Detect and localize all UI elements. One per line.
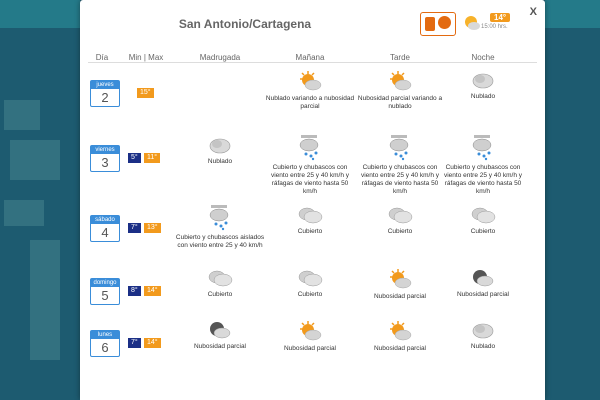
forecast-description: Nubosidad parcial — [193, 343, 247, 350]
forecast-description: Cubierto y chubascos con viento entre 25… — [443, 164, 523, 195]
day-name: sábado — [91, 216, 119, 224]
forecast-cell: Cubierto y chubascos con viento entre 25… — [355, 135, 445, 196]
forecast-cell: Cubierto — [438, 205, 528, 236]
forecast-cell: Cubierto — [265, 205, 355, 236]
day-date-badge: sábado 4 — [90, 215, 120, 242]
header-madrugada: Madrugada — [199, 53, 241, 62]
header-divider — [88, 62, 537, 63]
partly-cloudy-night-icon — [438, 268, 528, 288]
forecast-description: Cubierto — [470, 228, 496, 235]
temp-max: 14° — [144, 338, 161, 348]
rain-wind-icon — [355, 135, 445, 161]
forecast-cell: Cubierto — [175, 268, 265, 299]
header-manana: Mañana — [295, 53, 325, 62]
header-tarde: Tarde — [389, 53, 410, 62]
location-title: San Antonio/Cartagena — [178, 17, 312, 31]
day-number: 6 — [101, 340, 109, 355]
day-date-badge: viernes 3 — [90, 145, 120, 172]
forecast-cell: Nubosidad parcial variando a nublado — [355, 70, 445, 111]
day-number: 5 — [101, 288, 109, 303]
day-number: 3 — [101, 155, 109, 170]
day-name: domingo — [91, 279, 119, 287]
forecast-description: Cubierto y chubascos con viento entre 25… — [270, 164, 350, 195]
overcast-cloud-icon — [438, 205, 528, 225]
forecast-description: Cubierto — [297, 291, 323, 298]
current-time: 15:00 hrs. — [481, 24, 508, 30]
background-map-left — [0, 0, 80, 400]
overcast-cloud-icon — [265, 268, 355, 288]
forecast-cell: Nublado — [175, 135, 265, 166]
partly-cloudy-sun-icon — [355, 268, 445, 290]
temp-max: 13° — [144, 223, 161, 233]
forecast-description: Cubierto — [297, 228, 323, 235]
forecast-description: Nubosidad parcial — [283, 345, 337, 352]
forecast-description: Cubierto y chubascos aislados con viento… — [175, 234, 265, 249]
partly-cloudy-sun-icon — [355, 70, 445, 92]
forecast-cell: Cubierto y chubascos con viento entre 25… — [438, 135, 528, 196]
forecast-cell: Nubosidad parcial — [175, 320, 265, 351]
background-map-right — [545, 0, 600, 400]
rain-wind-icon — [265, 135, 355, 161]
temp-max: 11° — [144, 153, 161, 163]
forecast-description: Cubierto — [207, 291, 233, 298]
overcast-cloud-icon — [175, 268, 265, 288]
forecast-cell: Nublado — [438, 320, 528, 351]
forecast-description: Nublado — [207, 158, 233, 165]
current-conditions-icon — [420, 12, 456, 36]
current-temp-badge: 14° — [490, 13, 511, 22]
forecast-cell: Nubosidad parcial — [438, 268, 528, 299]
rain-wind-icon — [175, 205, 265, 231]
forecast-description: Nubosidad parcial — [456, 291, 510, 298]
forecast-description: Cubierto y chubascos con viento entre 25… — [360, 164, 440, 195]
cloudy-icon — [175, 135, 265, 155]
partly-cloudy-sun-icon — [265, 70, 355, 92]
day-name: viernes — [91, 146, 119, 154]
forecast-description: Nubosidad parcial — [373, 293, 427, 300]
header-minmax: Min | Max — [128, 53, 164, 62]
forecast-cell: Cubierto y chubascos con viento entre 25… — [265, 135, 355, 196]
day-name: lunes — [91, 331, 119, 339]
day-number: 2 — [101, 90, 109, 105]
partly-cloudy-sun-icon — [265, 320, 355, 342]
forecast-description: Nublado — [470, 93, 496, 100]
cloudy-icon — [438, 320, 528, 340]
header-dia: Día — [95, 53, 109, 62]
day-date-badge: domingo 5 — [90, 278, 120, 305]
day-date-badge: jueves 2 — [90, 80, 120, 107]
partly-cloudy-night-icon — [175, 320, 265, 340]
temp-min: 7° — [128, 338, 141, 348]
rain-wind-icon — [438, 135, 528, 161]
partly-cloudy-sun-icon — [355, 320, 445, 342]
forecast-description: Nubosidad parcial variando a nublado — [357, 95, 443, 110]
close-button[interactable]: X — [530, 6, 537, 18]
cloudy-icon — [438, 70, 528, 90]
forecast-description: Nubosidad parcial — [373, 345, 427, 352]
temp-max: 15° — [137, 88, 154, 98]
day-date-badge: lunes 6 — [90, 330, 120, 357]
day-name: jueves — [91, 81, 119, 89]
header-noche: Noche — [471, 53, 495, 62]
forecast-cell: Nublado — [438, 70, 528, 101]
forecast-cell: Nublado variando a nubosidad parcial — [265, 70, 355, 111]
temp-min: 5° — [128, 153, 141, 163]
forecast-cell: Nubosidad parcial — [355, 320, 445, 353]
forecast-description: Nublado — [470, 343, 496, 350]
temp-max: 14° — [144, 286, 161, 296]
forecast-cell: Nubosidad parcial — [265, 320, 355, 353]
temp-min: 7° — [128, 223, 141, 233]
forecast-description: Nublado variando a nubosidad parcial — [265, 95, 355, 110]
forecast-modal: X San Antonio/Cartagena 14° 15:00 hrs. D… — [80, 0, 545, 400]
forecast-cell: Cubierto — [265, 268, 355, 299]
forecast-cell: Cubierto y chubascos aislados con viento… — [175, 205, 265, 250]
forecast-cell: Nubosidad parcial — [355, 268, 445, 301]
overcast-cloud-icon — [265, 205, 355, 225]
forecast-cell: Cubierto — [355, 205, 445, 236]
forecast-description: Cubierto — [387, 228, 413, 235]
temp-min: 8° — [128, 286, 141, 296]
day-number: 4 — [101, 225, 109, 240]
current-sun-cloud-icon — [465, 16, 480, 30]
overcast-cloud-icon — [355, 205, 445, 225]
